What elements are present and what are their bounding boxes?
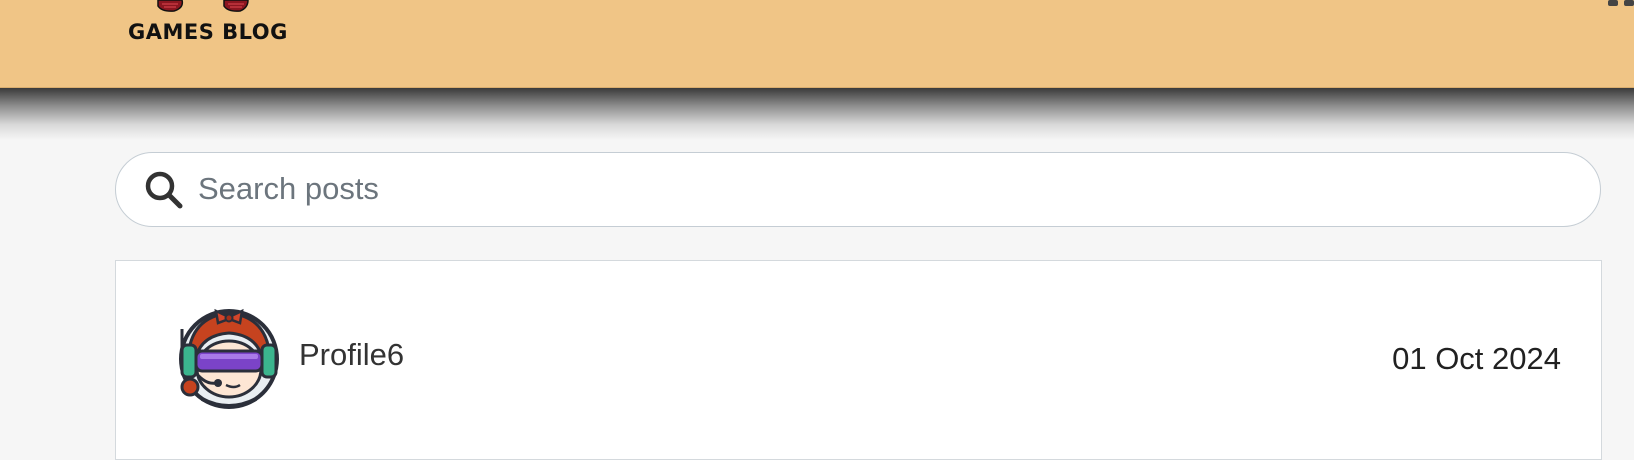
- search-icon: [145, 171, 183, 209]
- logo-shoe-left-icon: [157, 0, 184, 12]
- logo[interactable]: GAMES BLOG: [128, 0, 298, 52]
- logo-shoe-right-icon: [223, 0, 249, 12]
- post-date: 01 Oct 2024: [1392, 341, 1561, 376]
- search-input[interactable]: [198, 167, 1568, 211]
- header-menu-icon[interactable]: [1594, 0, 1634, 8]
- post-author[interactable]: Profile6: [299, 337, 404, 373]
- logo-text: GAMES BLOG: [128, 20, 288, 44]
- post-card[interactable]: Profile6 01 Oct 2024: [115, 260, 1602, 460]
- gamer-girl-avatar-icon[interactable]: [176, 301, 282, 413]
- header-shadow: [0, 88, 1634, 140]
- search-bar[interactable]: [115, 152, 1601, 227]
- site-header: GAMES BLOG: [0, 0, 1634, 88]
